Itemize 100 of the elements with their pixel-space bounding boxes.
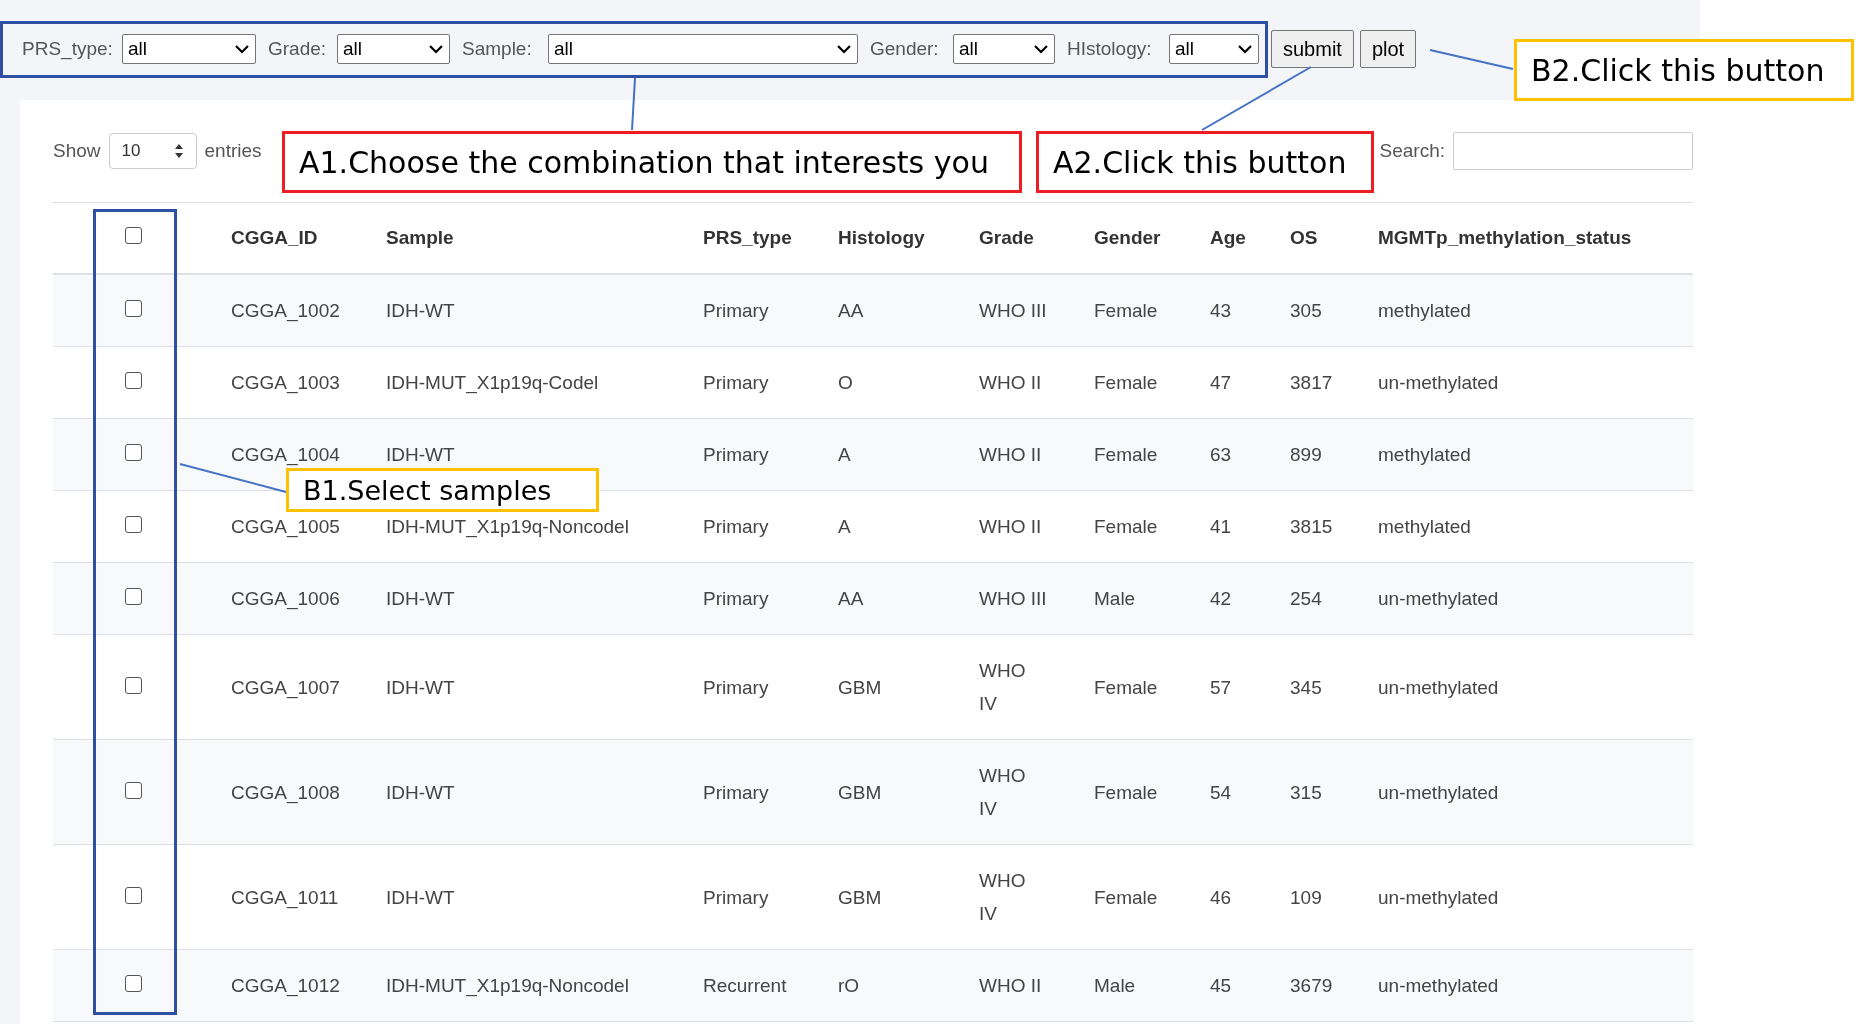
table-cell: 315 (1290, 781, 1322, 803)
table-cell: 41 (1210, 516, 1232, 537)
sort-arrows-icon (173, 143, 184, 159)
table-cell: 3679 (1290, 975, 1333, 996)
caret-icon (837, 44, 851, 54)
table-cell: IDH-WT (386, 886, 455, 908)
table-cell: 45 (1210, 975, 1232, 996)
leader-line (631, 77, 636, 131)
table-cell-text: WHO IV (979, 764, 1027, 821)
search-field[interactable] (1453, 132, 1693, 170)
table-cell-text: WHO IV (979, 869, 1027, 926)
column-header[interactable]: Sample (386, 227, 454, 248)
row-checkbox[interactable] (124, 300, 142, 318)
table-cell: CGGA_1003 (231, 372, 340, 393)
table-cell: GBM (838, 781, 882, 803)
column-header[interactable]: Gender (1094, 227, 1161, 248)
table-cell-text: WHO II (979, 515, 1042, 539)
row-checkbox[interactable] (124, 372, 142, 390)
callout-label: B1.Select samples (286, 468, 599, 512)
row-checkbox[interactable] (124, 516, 142, 534)
table-cell: Female (1094, 886, 1158, 908)
table-cell: un-methylated (1378, 676, 1499, 698)
table-cell: Female (1094, 372, 1158, 393)
dropdown[interactable]: all (953, 34, 1055, 64)
table-cell: CGGA_1011 (231, 886, 339, 908)
table-cell: Female (1094, 444, 1158, 465)
table-cell: 57 (1210, 676, 1232, 698)
table-cell: Female (1094, 676, 1158, 698)
table-cell: CGGA_1007 (231, 676, 340, 698)
filter-label: PRS_type: (22, 38, 113, 60)
column-header[interactable]: MGMTp_methylation_status (1378, 227, 1632, 248)
callout-label: A1.Choose the combination that interests you (282, 131, 1022, 193)
table-cell: IDH-WT (386, 781, 455, 803)
table-cell: 109 (1290, 886, 1322, 908)
entries-label: entries (204, 140, 262, 162)
table-cell: Female (1094, 300, 1158, 321)
table-cell: Recurrent (703, 975, 787, 996)
table-cell: Primary (703, 781, 769, 803)
table-cell: 42 (1210, 588, 1232, 609)
column-header[interactable]: Histology (838, 227, 925, 248)
submit-button[interactable]: submit (1271, 30, 1354, 68)
filter-label: Grade: (268, 38, 327, 60)
table-cell: IDH-WT (386, 676, 455, 698)
filter-label: Sample: (462, 38, 532, 60)
table-cell: CGGA_1006 (231, 588, 340, 609)
table-cell: Primary (703, 676, 769, 698)
plot-button[interactable]: plot (1359, 30, 1417, 68)
table-cell: GBM (838, 676, 882, 698)
table-cell: A (838, 444, 851, 465)
column-header[interactable]: PRS_type (703, 227, 792, 248)
dropdown[interactable]: all (1169, 34, 1259, 64)
table-cell: IDH-MUT_X1p19q-Noncodel (386, 975, 629, 996)
table-cell: Male (1094, 588, 1136, 609)
table-cell: 254 (1290, 588, 1322, 609)
table-cell: CGGA_1005 (231, 516, 340, 537)
row-checkbox[interactable] (124, 444, 142, 462)
column-header[interactable]: Age (1210, 227, 1246, 248)
table-cell: IDH-WT (386, 300, 455, 321)
table-cell: 47 (1210, 372, 1232, 393)
table-cell: IDH-WT (386, 444, 455, 465)
table-cell: un-methylated (1378, 886, 1499, 908)
table-cell-text: WHO II (979, 371, 1042, 395)
column-header[interactable]: CGGA_ID (231, 227, 318, 248)
caret-icon (235, 44, 249, 54)
table-cell: IDH-MUT_X1p19q-Noncodel (386, 516, 629, 537)
table-cell: 345 (1290, 676, 1322, 698)
table-cell: Female (1094, 781, 1158, 803)
table-cell: un-methylated (1378, 781, 1499, 803)
table-cell: AA (838, 588, 864, 609)
caret-icon (1034, 44, 1048, 54)
table-cell: rO (838, 975, 860, 996)
select-all-checkbox[interactable] (124, 227, 142, 245)
table-cell: Primary (703, 372, 769, 393)
column-header[interactable]: Grade (979, 227, 1034, 248)
show-label: Show (53, 140, 101, 162)
row-checkbox[interactable] (124, 677, 142, 694)
table-cell: Primary (703, 300, 769, 321)
dropdown[interactable]: all (337, 34, 450, 64)
filter-label: HIstology: (1067, 38, 1152, 60)
table-cell: CGGA_1012 (231, 975, 340, 996)
entries-dropdown[interactable]: 10 (108, 133, 197, 169)
table-cell: 63 (1210, 444, 1232, 465)
callout-label: B2.Click this button (1514, 39, 1854, 101)
table-cell: methylated (1378, 300, 1471, 321)
table-cell: Primary (703, 444, 769, 465)
dropdown[interactable]: all (122, 34, 256, 64)
row-checkbox[interactable] (124, 887, 142, 904)
table-cell: Primary (703, 886, 769, 908)
callout-label: A2.Click this button (1036, 131, 1374, 193)
row-checkbox[interactable] (124, 588, 142, 606)
dropdown[interactable]: all (548, 34, 858, 64)
caret-icon (1238, 44, 1252, 54)
row-checkbox[interactable] (124, 975, 142, 993)
filter-label: Gender: (870, 38, 939, 60)
row-checkbox[interactable] (124, 782, 142, 799)
search-label: Search: (1379, 140, 1445, 162)
table-cell: 305 (1290, 300, 1322, 321)
table-cell: 54 (1210, 781, 1232, 803)
column-header[interactable]: OS (1290, 227, 1318, 248)
table-cell: 3817 (1290, 372, 1333, 393)
